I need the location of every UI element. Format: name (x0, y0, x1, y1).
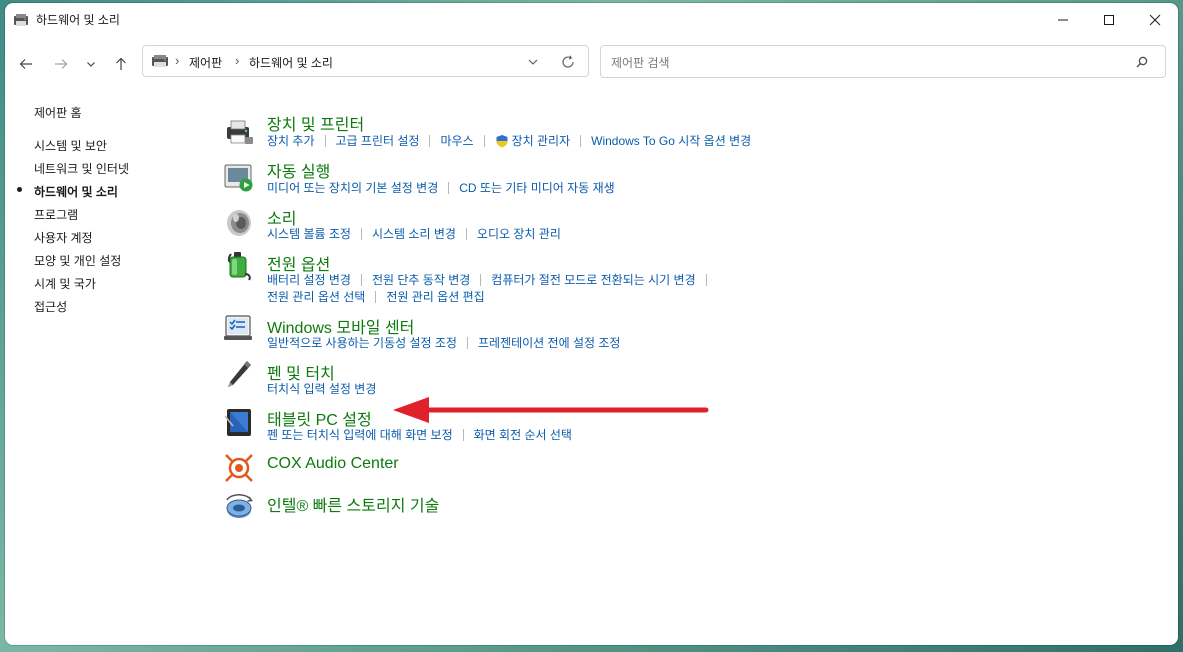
chevron-down-icon[interactable] (526, 55, 540, 69)
search-icon[interactable] (1136, 56, 1148, 68)
battery-icon[interactable] (223, 250, 255, 282)
breadcrumb-separator[interactable]: › (235, 53, 239, 68)
category-power-options-links: 배터리 설정 변경 전원 단추 동작 변경 컴퓨터가 절전 모드로 전환되는 시… (267, 271, 717, 288)
link-windows-to-go[interactable]: Windows To Go 시작 옵션 변경 (591, 132, 751, 149)
chevron-down-icon (87, 62, 95, 67)
link-device-manager[interactable]: 장치 관리자 (512, 132, 571, 149)
sidebar-item-user-accounts[interactable]: 사용자 계정 (34, 229, 93, 246)
link-calibrate-screen[interactable]: 펜 또는 터치식 입력에 대해 화면 보정 (267, 426, 453, 443)
back-button[interactable] (12, 50, 40, 78)
link-change-system-sounds[interactable]: 시스템 소리 변경 (372, 225, 456, 242)
category-devices-printers-links: 장치 추가 고급 프린터 설정 마우스 장치 관리자 Windows To Go… (267, 132, 751, 149)
sidebar-item-programs[interactable]: 프로그램 (34, 206, 78, 223)
intel-storage-icon[interactable] (223, 490, 255, 522)
cox-audio-icon[interactable] (223, 452, 255, 484)
minimize-icon (1058, 19, 1068, 21)
link-separator (462, 428, 464, 441)
category-intel-storage-title[interactable]: 인텔® 빠른 스토리지 기술 (267, 492, 439, 516)
uac-shield-icon (496, 134, 508, 147)
category-cox-audio-title[interactable]: COX Audio Center (267, 455, 399, 473)
link-separator (466, 336, 468, 349)
sidebar-item-appearance[interactable]: 모양 및 개인 설정 (34, 252, 121, 269)
window-title: 하드웨어 및 소리 (36, 13, 120, 27)
close-icon (1149, 14, 1161, 26)
link-change-battery-settings[interactable]: 배터리 설정 변경 (267, 271, 351, 288)
sidebar-item-accessibility[interactable]: 접근성 (34, 298, 67, 315)
link-screen-rotation-order[interactable]: 화면 회전 순서 선택 (474, 426, 572, 443)
link-adjust-volume[interactable]: 시스템 볼륨 조정 (267, 225, 351, 242)
link-power-button-action[interactable]: 전원 단추 동작 변경 (372, 271, 470, 288)
link-separator (480, 273, 482, 286)
active-bullet (17, 187, 22, 192)
link-separator (448, 181, 450, 194)
sidebar-item-network-internet[interactable]: 네트워크 및 인터넷 (34, 160, 129, 177)
link-separator (429, 134, 431, 147)
pen-icon[interactable] (223, 359, 255, 391)
link-choose-power-plan[interactable]: 전원 관리 옵션 선택 (267, 288, 365, 305)
link-separator (580, 134, 582, 147)
autoplay-icon[interactable] (223, 161, 255, 193)
breadcrumb-control-panel[interactable]: 제어판 (189, 54, 222, 71)
category-sound-links: 시스템 볼륨 조정 시스템 소리 변경 오디오 장치 관리 (267, 225, 561, 242)
control-panel-icon (152, 55, 168, 67)
search-box[interactable] (600, 45, 1166, 78)
sidebar-item-system-security[interactable]: 시스템 및 보안 (34, 137, 107, 154)
tablet-icon[interactable] (223, 406, 255, 438)
link-manage-audio-devices[interactable]: 오디오 장치 관리 (477, 225, 561, 242)
breadcrumb-separator[interactable]: › (175, 53, 179, 68)
category-pen-touch-links: 터치식 입력 설정 변경 (267, 380, 376, 397)
category-tablet-pc-links: 펜 또는 터치식 입력에 대해 화면 보정 화면 회전 순서 선택 (267, 426, 572, 443)
link-sleep-timing[interactable]: 컴퓨터가 절전 모드로 전환되는 시기 변경 (491, 271, 695, 288)
arrow-up-icon (116, 57, 126, 70)
link-separator (360, 227, 362, 240)
forward-button[interactable] (47, 50, 75, 78)
close-button[interactable] (1132, 3, 1178, 37)
link-mouse[interactable]: 마우스 (440, 132, 473, 149)
breadcrumb-hardware-sound[interactable]: 하드웨어 및 소리 (249, 54, 333, 71)
control-panel-window: 하드웨어 및 소리 › 제어판 › 하드웨어 및 소리 제어판 검색 제어판 홈… (5, 3, 1178, 645)
address-bar[interactable]: › 제어판 › 하드웨어 및 소리 (142, 45, 589, 77)
recent-locations-button[interactable] (77, 50, 105, 78)
link-separator (375, 290, 377, 303)
category-autoplay-links: 미디어 또는 장치의 기본 설정 변경 CD 또는 기타 미디어 자동 재생 (267, 179, 615, 196)
link-add-device[interactable]: 장치 추가 (267, 132, 315, 149)
maximize-icon (1104, 15, 1114, 25)
minimize-button[interactable] (1040, 3, 1086, 37)
up-button[interactable] (107, 50, 135, 78)
control-panel-icon (14, 14, 28, 26)
arrow-left-icon (19, 59, 32, 69)
refresh-icon[interactable] (561, 55, 575, 69)
sidebar-item-hardware-sound[interactable]: 하드웨어 및 소리 (34, 183, 118, 200)
link-adjust-mobility-settings[interactable]: 일반적으로 사용하는 기동성 설정 조정 (267, 334, 457, 351)
link-media-default-settings[interactable]: 미디어 또는 장치의 기본 설정 변경 (267, 179, 438, 196)
search-input[interactable] (609, 52, 1133, 74)
arrow-right-icon (55, 59, 68, 69)
link-separator (483, 134, 485, 147)
sidebar-item-control-panel-home[interactable]: 제어판 홈 (34, 104, 82, 121)
sidebar-item-clock-region[interactable]: 시계 및 국가 (34, 275, 96, 292)
annotation-arrow (393, 397, 709, 423)
category-mobility-center-links: 일반적으로 사용하는 기동성 설정 조정 프레젠테이션 전에 설정 조정 (267, 334, 620, 351)
link-touch-input-settings[interactable]: 터치식 입력 설정 변경 (267, 380, 376, 397)
link-presentation-settings[interactable]: 프레젠테이션 전에 설정 조정 (478, 334, 620, 351)
link-advanced-printer-setup[interactable]: 고급 프린터 설정 (336, 132, 420, 149)
link-separator (360, 273, 362, 286)
printer-icon[interactable] (223, 115, 255, 147)
speaker-icon[interactable] (223, 206, 255, 238)
title-bar: 하드웨어 및 소리 (5, 3, 1178, 37)
maximize-button[interactable] (1086, 3, 1132, 37)
link-separator (324, 134, 326, 147)
category-power-options-links-row2: 전원 관리 옵션 선택 전원 관리 옵션 편집 (267, 288, 485, 305)
mobility-center-icon[interactable] (223, 312, 255, 344)
link-cd-autoplay[interactable]: CD 또는 기타 미디어 자동 재생 (459, 179, 614, 196)
link-edit-power-plan[interactable]: 전원 관리 옵션 편집 (386, 288, 484, 305)
link-separator (465, 227, 467, 240)
link-separator (705, 273, 707, 286)
